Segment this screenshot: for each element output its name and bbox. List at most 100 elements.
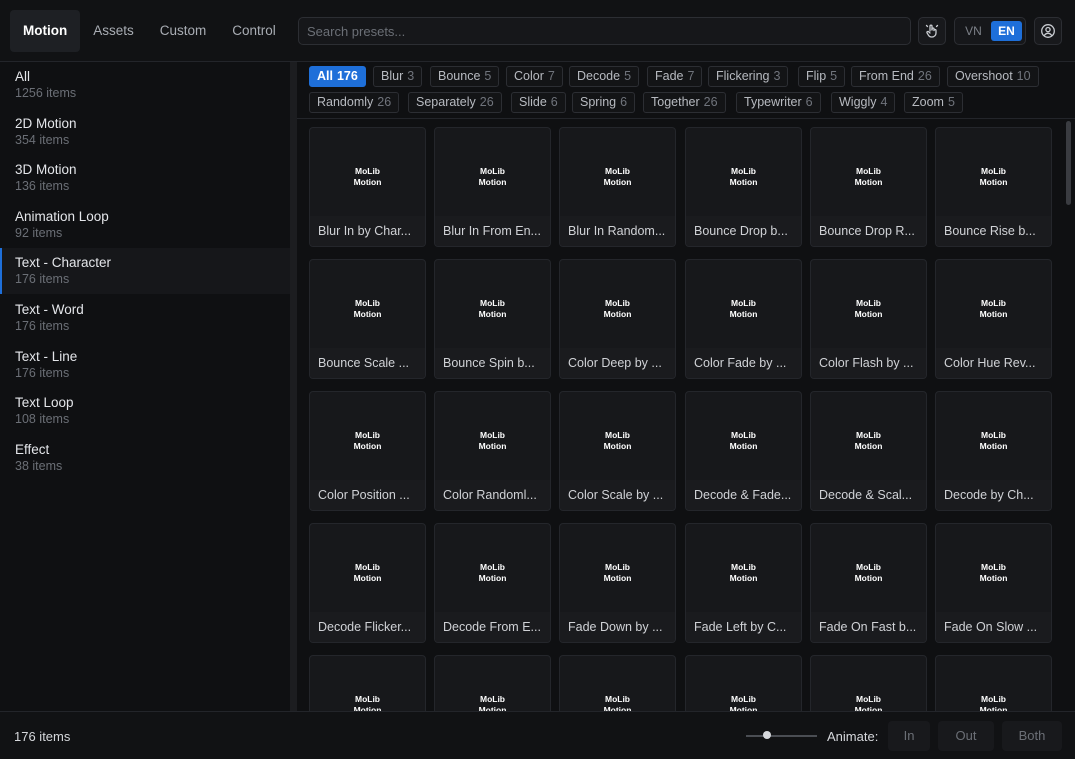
sidebar-item-animation-loop[interactable]: Animation Loop 92 items <box>0 202 290 248</box>
preset-title: Decode & Scal... <box>811 480 926 510</box>
sidebar-item-text-line[interactable]: Text - Line 176 items <box>0 342 290 388</box>
preset-card[interactable]: MoLib Motion Fade Down by ... <box>559 523 676 643</box>
preset-card[interactable]: MoLib Motion Blur In by Char... <box>309 127 426 247</box>
filter-chip-flip[interactable]: Flip 5 <box>798 66 846 87</box>
sidebar-item-2d-motion[interactable]: 2D Motion 354 items <box>0 109 290 155</box>
sidebar-item-3d-motion[interactable]: 3D Motion 136 items <box>0 155 290 201</box>
preset-preview-logo: MoLib Motion <box>310 694 425 711</box>
filter-chip-label: Flickering <box>716 69 770 83</box>
preset-card[interactable]: MoLib Motion Bounce Scale ... <box>309 259 426 379</box>
filter-chip-color[interactable]: Color 7 <box>506 66 563 87</box>
preset-card[interactable]: MoLib Motion Color Scale by ... <box>559 391 676 511</box>
lang-option-en[interactable]: EN <box>991 21 1022 41</box>
preset-title: Decode by Ch... <box>936 480 1051 510</box>
effects-button[interactable] <box>918 17 946 45</box>
preset-title: Decode Flicker... <box>310 612 425 642</box>
preset-card[interactable]: MoLib Motion Color Hue Rev... <box>935 259 1052 379</box>
filter-chip-count: 3 <box>773 69 781 83</box>
logo-line-1: MoLib <box>479 430 506 440</box>
filter-chip-count: 26 <box>703 95 718 109</box>
preset-card[interactable]: MoLib Motion Fade On Fast b... <box>810 523 927 643</box>
animate-label: Animate: <box>827 729 879 744</box>
filter-chip-flickering[interactable]: Flickering 3 <box>708 66 789 87</box>
preset-card[interactable]: MoLib Motion <box>434 655 551 711</box>
filter-chip-overshoot[interactable]: Overshoot 10 <box>947 66 1039 87</box>
preset-title: Bounce Rise b... <box>936 216 1051 246</box>
filter-chip-typewriter[interactable]: Typewriter 6 <box>736 92 821 113</box>
sidebar-item-count: 108 items <box>15 412 70 426</box>
logo-line-1: MoLib <box>479 166 506 176</box>
filter-chip-from-end[interactable]: From End 26 <box>851 66 940 87</box>
filter-chip-decode[interactable]: Decode 5 <box>569 66 640 87</box>
sidebar-item-all[interactable]: All 1256 items <box>0 62 290 108</box>
tab-control[interactable]: Control <box>219 10 289 52</box>
filter-chip-spring[interactable]: Spring 6 <box>572 92 636 113</box>
language-toggle: VN EN <box>954 17 1026 45</box>
preset-card[interactable]: MoLib Motion Color Deep by ... <box>559 259 676 379</box>
slider-thumb[interactable] <box>763 731 771 739</box>
preset-preview-logo: MoLib Motion <box>686 694 801 711</box>
preset-card[interactable]: MoLib Motion Bounce Spin b... <box>434 259 551 379</box>
sidebar-item-count: 92 items <box>15 226 63 240</box>
lang-option-vn[interactable]: VN <box>958 21 989 41</box>
search-input[interactable] <box>298 17 911 45</box>
animate-in-button[interactable]: In <box>888 721 930 751</box>
tap-hand-icon <box>925 24 939 38</box>
preset-card[interactable]: MoLib Motion <box>935 655 1052 711</box>
preset-card[interactable]: MoLib Motion Bounce Drop b... <box>685 127 802 247</box>
filter-chip-count: 4 <box>880 95 888 109</box>
filter-chip-together[interactable]: Together 26 <box>643 92 726 113</box>
filter-chip-fade[interactable]: Fade 7 <box>647 66 703 87</box>
preset-card[interactable]: MoLib Motion Decode From E... <box>434 523 551 643</box>
preset-card[interactable]: MoLib Motion <box>309 655 426 711</box>
preset-card[interactable]: MoLib Motion Blur In Random... <box>559 127 676 247</box>
filter-chip-zoom[interactable]: Zoom 5 <box>904 92 963 113</box>
preview-size-slider[interactable] <box>746 735 817 737</box>
preset-preview-logo: MoLib Motion <box>560 298 675 320</box>
preset-card[interactable]: MoLib Motion Bounce Drop R... <box>810 127 927 247</box>
logo-line-1: MoLib <box>730 694 757 704</box>
preset-card[interactable]: MoLib Motion Decode & Fade... <box>685 391 802 511</box>
sidebar-item-text-character[interactable]: Text - Character 176 items <box>0 248 290 294</box>
preset-card[interactable]: MoLib Motion <box>559 655 676 711</box>
grid-scrollbar[interactable] <box>1066 121 1071 205</box>
filter-chip-separately[interactable]: Separately 26 <box>408 92 502 113</box>
filter-chip-all[interactable]: All 176 <box>309 66 366 87</box>
animate-both-button[interactable]: Both <box>1002 721 1062 751</box>
preset-card[interactable]: MoLib Motion Decode & Scal... <box>810 391 927 511</box>
filter-chip-count: 26 <box>917 69 932 83</box>
logo-line-1: MoLib <box>604 430 631 440</box>
filter-chip-bounce[interactable]: Bounce 5 <box>430 66 500 87</box>
sidebar-item-text-loop[interactable]: Text Loop 108 items <box>0 388 290 434</box>
preset-card[interactable]: MoLib Motion Decode Flicker... <box>309 523 426 643</box>
filter-chip-label: Color <box>514 69 544 83</box>
sidebar-scrollbar[interactable] <box>290 62 297 711</box>
filter-chip-randomly[interactable]: Randomly 26 <box>309 92 400 113</box>
animate-out-button[interactable]: Out <box>938 721 994 751</box>
tab-motion[interactable]: Motion <box>10 10 81 52</box>
preset-card[interactable]: MoLib Motion Fade On Slow ... <box>935 523 1052 643</box>
preset-preview-logo: MoLib Motion <box>811 298 926 320</box>
preset-card[interactable]: MoLib Motion <box>685 655 802 711</box>
filter-chip-blur[interactable]: Blur 3 <box>373 66 423 87</box>
filter-chip-wiggly[interactable]: Wiggly 4 <box>831 92 896 113</box>
preset-card[interactable]: MoLib Motion Color Flash by ... <box>810 259 927 379</box>
preset-card[interactable]: MoLib Motion Decode by Ch... <box>935 391 1052 511</box>
logo-line-1: MoLib <box>604 562 631 572</box>
preset-card[interactable]: MoLib Motion Blur In From En... <box>434 127 551 247</box>
preset-preview-logo: MoLib Motion <box>936 694 1051 711</box>
preset-card[interactable]: MoLib Motion Color Position ... <box>309 391 426 511</box>
account-button[interactable] <box>1034 17 1062 45</box>
preset-preview-logo: MoLib Motion <box>811 562 926 584</box>
sidebar-item-text-word[interactable]: Text - Word 176 items <box>0 295 290 341</box>
preset-card[interactable]: MoLib Motion Bounce Rise b... <box>935 127 1052 247</box>
tab-custom[interactable]: Custom <box>147 10 220 52</box>
preset-card[interactable]: MoLib Motion <box>810 655 927 711</box>
preset-card[interactable]: MoLib Motion Color Randoml... <box>434 391 551 511</box>
logo-line-2: Motion <box>603 573 632 583</box>
filter-chip-slide[interactable]: Slide 6 <box>511 92 566 113</box>
preset-card[interactable]: MoLib Motion Color Fade by ... <box>685 259 802 379</box>
sidebar-item-effect[interactable]: Effect 38 items <box>0 435 290 481</box>
tab-assets[interactable]: Assets <box>80 10 147 52</box>
preset-card[interactable]: MoLib Motion Fade Left by C... <box>685 523 802 643</box>
